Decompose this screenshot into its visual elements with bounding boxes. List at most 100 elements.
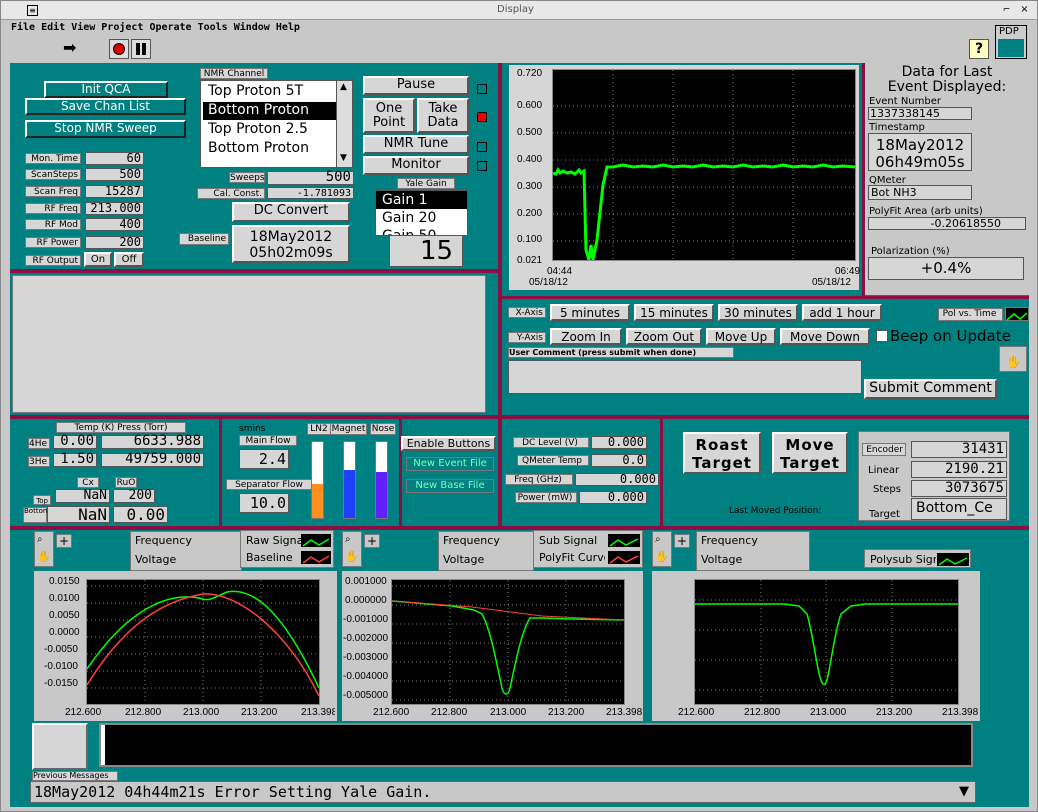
list-item[interactable]: Top Proton 5T [208,83,303,99]
hand-icon[interactable]: ✋ [37,550,51,563]
run-arrow-icon[interactable]: ➡ [63,39,83,59]
pause-toolbar-button[interactable] [131,39,151,59]
submit-comment-button[interactable]: Submit Comment [864,379,997,399]
abort-button[interactable] [109,39,129,59]
x-30min-button[interactable]: 30 minutes [718,304,798,321]
baseline-label: Baseline [179,233,229,245]
hand-icon[interactable]: ✋ [1006,355,1021,369]
hand-icon[interactable]: ✋ [345,550,359,563]
list-item[interactable]: Top Proton 2.5 [208,121,308,137]
menu-tools[interactable]: Tools [198,22,228,33]
baseline-timestamp: 18May2012 05h02m09s [232,225,350,263]
move-up-button[interactable]: Move Up [706,328,776,345]
pause-button[interactable]: Pause [363,76,469,95]
scrollbar[interactable]: ▲ ▼ [336,81,352,167]
y-tick: 0.200 [517,208,543,219]
beep-checkbox[interactable] [876,330,888,342]
menu-project[interactable]: Project [101,22,143,33]
scansteps-field[interactable]: 500 [85,168,144,181]
save-chan-list-button[interactable]: Save Chan List [25,98,186,115]
y-tick: 0.400 [517,154,543,165]
y-tick: 0.0050 [49,610,80,621]
status-message[interactable]: 18May2012 04h44m21s Error Setting Yale G… [30,781,976,803]
new-event-file-button[interactable]: New Event File [406,457,494,471]
plus-icon[interactable]: + [674,534,690,548]
divider [10,526,1029,530]
scan-freq-field[interactable]: 15287 [85,185,144,198]
scrollbar[interactable] [486,275,497,413]
zoom-in-button[interactable]: Zoom In [550,328,622,345]
pol-vs-time-label: Pol vs. Time [938,308,1003,321]
monitor-button[interactable]: Monitor [363,156,469,175]
legend-swatch [301,534,331,547]
yale-gain-list[interactable]: Gain 1 Gain 20 Gain 50 [375,190,468,236]
list-item[interactable]: Bottom Proton [208,140,309,156]
graph-palette[interactable]: ⌕ ✋ [34,531,54,567]
rf-mod-field[interactable]: 400 [85,218,144,231]
message-clear-button[interactable] [32,723,88,770]
enable-buttons-button[interactable]: Enable Buttons [401,436,496,451]
steps-value: 3073675 [911,480,1007,497]
voltage-label: Voltage [135,553,177,566]
hand-icon[interactable]: ✋ [655,550,669,563]
rf-power-field[interactable]: 200 [85,236,144,249]
menu-file[interactable]: File [11,22,35,33]
plus-icon[interactable]: + [364,534,380,548]
zoom-icon[interactable]: ⌕ [655,534,661,545]
nmr-channel-list[interactable]: Top Proton 5T Bottom Proton Top Proton 2… [200,80,353,168]
zoom-out-button[interactable]: Zoom Out [626,328,702,345]
divider [502,296,1029,299]
menu-operate[interactable]: Operate [149,22,191,33]
dc-convert-button[interactable]: DC Convert [232,202,350,222]
x-tick: 06:49 [835,266,861,277]
new-base-file-button[interactable]: New Base File [406,479,494,493]
divider [219,419,222,527]
take-data-button[interactable]: Take Data [417,98,469,133]
rf-output-off-button[interactable]: Off [114,252,144,267]
mon-time-field[interactable]: 60 [85,152,144,165]
y-tick: -0.004000 [343,671,389,682]
nmr-tune-button[interactable]: NMR Tune [363,135,469,154]
menu-window[interactable]: Window [234,22,270,33]
init-qca-button[interactable]: Init QCA [44,81,168,98]
y-tick: -0.0050 [44,644,78,655]
polarization-chart [552,69,856,261]
dropdown-arrow-icon[interactable]: ▼ [959,784,969,799]
list-item[interactable]: Gain 50 [382,228,436,235]
move-target-button[interactable]: Move Target [772,432,848,474]
stop-nmr-sweep-button[interactable]: Stop NMR Sweep [25,120,186,138]
menu-help[interactable]: Help [276,22,300,33]
close-icon[interactable]: × [1019,5,1030,16]
zoom-icon[interactable]: ⌕ [37,534,43,545]
graph-palette[interactable]: ✋ [999,346,1027,372]
polysub-svg [695,580,958,704]
comment-input[interactable] [508,360,862,394]
rf-output-on-button[interactable]: On [84,252,112,267]
list-item[interactable]: Bottom Proton [208,102,309,118]
legend-label: Sub Signal [539,534,598,547]
window-menu-icon[interactable]: ≡ [27,5,38,16]
help-icon[interactable]: ? [969,39,989,59]
y-tick: 0.500 [517,127,543,138]
menu-edit[interactable]: Edit [41,22,65,33]
scroll-up-icon[interactable]: ▲ [340,82,347,92]
scroll-down-icon[interactable]: ▼ [340,153,347,163]
roast-target-button[interactable]: Roast Target [683,432,761,474]
move-down-button[interactable]: Move Down [780,328,870,345]
list-item[interactable]: Gain 20 [382,210,436,226]
zoom-icon[interactable]: ⌕ [345,534,351,545]
menu-view[interactable]: View [71,22,95,33]
x-add-hour-button[interactable]: add 1 hour [802,304,882,321]
x-15min-button[interactable]: 15 minutes [634,304,714,321]
y-tick: -0.0150 [44,678,78,689]
graph-palette[interactable]: ⌕ ✋ [652,531,672,567]
x-5min-button[interactable]: 5 minutes [550,304,630,321]
window-menu-icon[interactable]: ⌐ [1001,5,1012,16]
one-point-button[interactable]: One Point [363,98,415,133]
rf-freq-field[interactable]: 213.000 [85,202,144,215]
param-label: RF Freq [25,203,81,214]
sweeps-field[interactable]: 500 [267,170,354,185]
list-item[interactable]: Gain 1 [382,192,428,208]
graph-palette[interactable]: ⌕ ✋ [342,531,362,567]
plus-icon[interactable]: + [56,534,72,548]
